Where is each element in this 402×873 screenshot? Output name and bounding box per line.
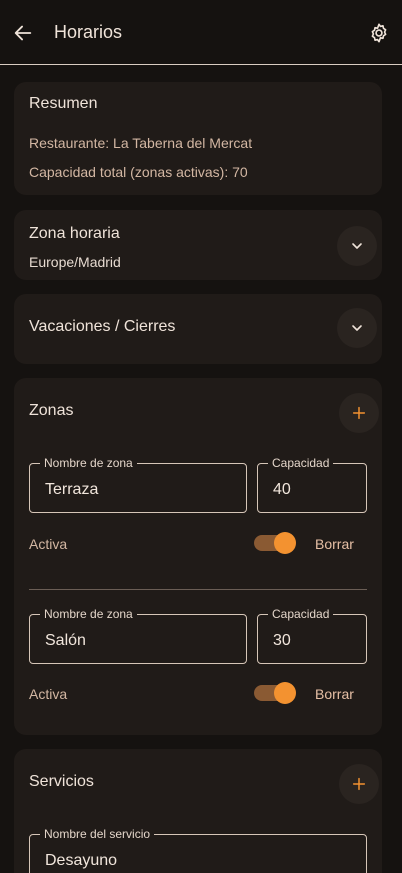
zones-title: Zonas — [29, 402, 74, 419]
zone-name-value: Salón — [45, 632, 86, 649]
settings-button[interactable] — [367, 21, 391, 45]
zone-delete-button[interactable]: Borrar — [315, 536, 354, 552]
total-capacity: Capacidad total (zonas activas): 70 — [29, 164, 248, 180]
timezone-value: Europe/Madrid — [29, 254, 121, 270]
zones-card: Zonas Nombre de zona Terraza Capacidad 4… — [14, 378, 382, 735]
zone-divider — [29, 589, 367, 590]
zone-name-field[interactable]: Nombre de zona Salón — [29, 607, 247, 664]
timezone-title: Zona horaria — [29, 225, 120, 242]
service-name-value: Desayuno — [45, 852, 118, 869]
toggle-knob — [274, 532, 296, 554]
chevron-down-icon — [352, 325, 362, 331]
service-name-field[interactable]: Nombre del servicio Desayuno — [29, 827, 367, 873]
zone-capacity-label: Capacidad — [268, 607, 334, 621]
zone-name-value: Terraza — [45, 481, 99, 498]
vacations-title: Vacaciones / Cierres — [29, 318, 176, 335]
chevron-down-icon — [352, 243, 362, 249]
plus-icon — [352, 406, 366, 420]
restaurant-name: Restaurante: La Taberna del Mercat — [29, 135, 253, 151]
arrow-left-icon — [14, 25, 32, 41]
vacations-expand-button[interactable] — [337, 308, 377, 348]
zone-capacity-field[interactable]: Capacidad 40 — [257, 456, 367, 513]
toggle-knob — [274, 682, 296, 704]
zone-capacity-label: Capacidad — [268, 456, 334, 470]
add-zone-button[interactable] — [339, 393, 379, 433]
zone-active-toggle[interactable] — [254, 532, 296, 554]
zone-capacity-field[interactable]: Capacidad 30 — [257, 607, 367, 664]
zone-delete-button[interactable]: Borrar — [315, 686, 354, 702]
zone-active-label: Activa — [29, 536, 68, 552]
timezone-expand-button[interactable] — [337, 226, 377, 266]
zone-active-label: Activa — [29, 686, 68, 702]
zone-capacity-value: 30 — [273, 632, 291, 649]
page-title: Horarios — [54, 22, 123, 42]
zone-name-label: Nombre de zona — [40, 456, 137, 470]
service-name-label: Nombre del servicio — [40, 827, 155, 841]
services-card: Servicios Nombre del servicio Desayuno — [14, 749, 382, 873]
summary-title: Resumen — [29, 95, 98, 112]
zone-active-toggle[interactable] — [254, 682, 296, 704]
zone-name-label: Nombre de zona — [40, 607, 137, 621]
timezone-card[interactable]: Zona horaria Europe/Madrid — [14, 210, 382, 280]
vacations-card[interactable]: Vacaciones / Cierres — [14, 294, 382, 364]
plus-icon — [352, 777, 366, 791]
gear-icon — [371, 23, 387, 43]
zone-name-field[interactable]: Nombre de zona Terraza — [29, 456, 247, 513]
zone-capacity-value: 40 — [273, 481, 291, 498]
summary-card: Resumen Restaurante: La Taberna del Merc… — [14, 82, 382, 195]
back-button[interactable] — [11, 21, 35, 45]
add-service-button[interactable] — [339, 764, 379, 804]
app-bar: Horarios — [0, 0, 402, 65]
services-title: Servicios — [29, 773, 94, 790]
